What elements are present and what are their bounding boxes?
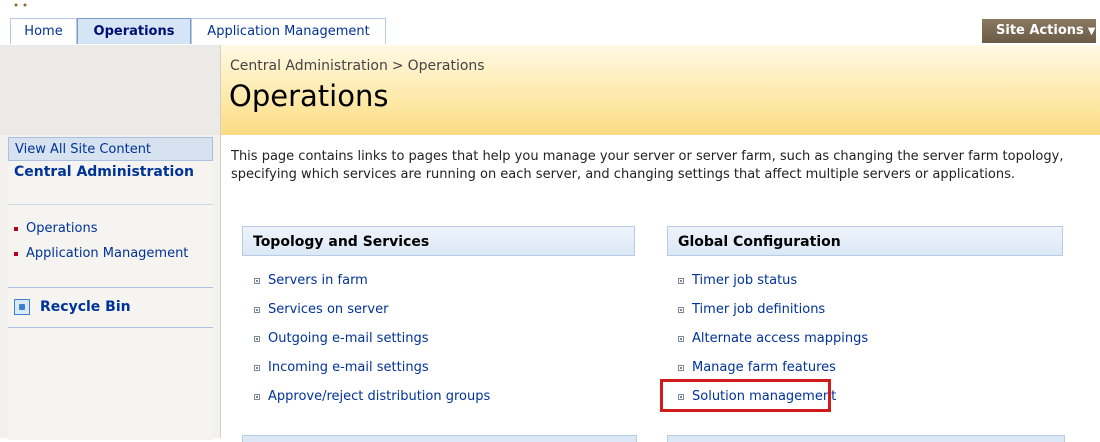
bullet-square-icon xyxy=(678,278,684,284)
divider xyxy=(8,327,213,328)
bullet-icon xyxy=(14,252,18,256)
link-timer-job-definitions[interactable]: Timer job definitions xyxy=(678,301,825,319)
link-label: Services on server xyxy=(268,302,389,317)
top-strip xyxy=(0,0,1100,18)
section-header-partial xyxy=(667,435,1065,442)
bullet-icon xyxy=(14,227,18,231)
breadcrumb-separator: > xyxy=(391,58,404,74)
bullet-square-icon xyxy=(254,278,260,284)
divider xyxy=(8,287,213,288)
chevron-down-icon: ▼ xyxy=(1087,26,1096,37)
page-title: Operations xyxy=(229,79,389,113)
bullet-square-icon xyxy=(678,365,684,371)
view-all-site-content-link[interactable]: View All Site Content xyxy=(8,137,213,161)
highlight-box xyxy=(660,379,831,412)
link-label: Servers in farm xyxy=(268,273,368,288)
left-panel-header-space xyxy=(0,45,220,135)
link-label: Alternate access mappings xyxy=(692,331,869,346)
page-description: This page contains links to pages that h… xyxy=(231,149,1064,182)
section-header-global-configuration: Global Configuration xyxy=(667,226,1063,256)
link-alternate-access-mappings[interactable]: Alternate access mappings xyxy=(678,330,868,348)
breadcrumb-operations[interactable]: Operations xyxy=(408,58,485,74)
tab-application-management[interactable]: Application Management xyxy=(191,18,386,44)
link-incoming-email-settings[interactable]: Incoming e-mail settings xyxy=(254,359,429,377)
left-panel: View All Site Content Central Administra… xyxy=(0,45,221,440)
link-manage-farm-features[interactable]: Manage farm features xyxy=(678,359,836,377)
recycle-bin-icon xyxy=(14,299,30,315)
link-label: Incoming e-mail settings xyxy=(268,360,429,375)
page-header: Central Administration > Operations Operat… xyxy=(221,45,1100,135)
nav-item-label: Operations xyxy=(26,221,98,236)
nav-item-operations[interactable]: Operations xyxy=(14,220,194,238)
link-services-on-server[interactable]: Services on server xyxy=(254,301,388,319)
recycle-bin-link[interactable]: Recycle Bin xyxy=(14,295,131,319)
recycle-bin-label: Recycle Bin xyxy=(40,299,131,315)
bullet-square-icon xyxy=(254,365,260,371)
section-header-topology-and-services: Topology and Services xyxy=(242,226,635,256)
site-actions-menu[interactable]: Site Actions ▼ xyxy=(982,19,1096,43)
link-label: Timer job status xyxy=(692,273,798,288)
link-timer-job-status[interactable]: Timer job status xyxy=(678,272,797,290)
nav-item-label: Application Management xyxy=(26,246,189,261)
tab-operations[interactable]: Operations xyxy=(77,18,191,44)
bullet-square-icon xyxy=(678,307,684,313)
breadcrumb: Central Administration > Operations xyxy=(230,58,485,74)
nav-item-application-management[interactable]: Application Management xyxy=(14,245,194,263)
bullet-square-icon xyxy=(254,394,260,400)
link-label: Manage farm features xyxy=(692,360,836,375)
central-administration-link[interactable]: Central Administration xyxy=(8,163,213,205)
link-label: Outgoing e-mail settings xyxy=(268,331,429,346)
logo-mark-icon xyxy=(14,3,27,7)
site-actions-label: Site Actions xyxy=(996,23,1084,38)
bullet-square-icon xyxy=(678,336,684,342)
breadcrumb-central-administration[interactable]: Central Administration xyxy=(230,58,388,74)
top-nav-tabs: Home Operations Application Management S… xyxy=(0,18,1100,46)
tab-home[interactable]: Home xyxy=(10,18,77,44)
main-content: This page contains links to pages that h… xyxy=(221,135,1100,442)
bullet-square-icon xyxy=(254,307,260,313)
link-outgoing-email-settings[interactable]: Outgoing e-mail settings xyxy=(254,330,429,348)
link-label: Approve/reject distribution groups xyxy=(268,389,491,404)
link-approve-reject-distribution-groups[interactable]: Approve/reject distribution groups xyxy=(254,388,490,406)
link-label: Timer job definitions xyxy=(692,302,826,317)
section-header-partial xyxy=(242,435,637,442)
bullet-square-icon xyxy=(254,336,260,342)
link-servers-in-farm[interactable]: Servers in farm xyxy=(254,272,368,290)
quick-launch: View All Site Content Central Administra… xyxy=(8,137,213,440)
